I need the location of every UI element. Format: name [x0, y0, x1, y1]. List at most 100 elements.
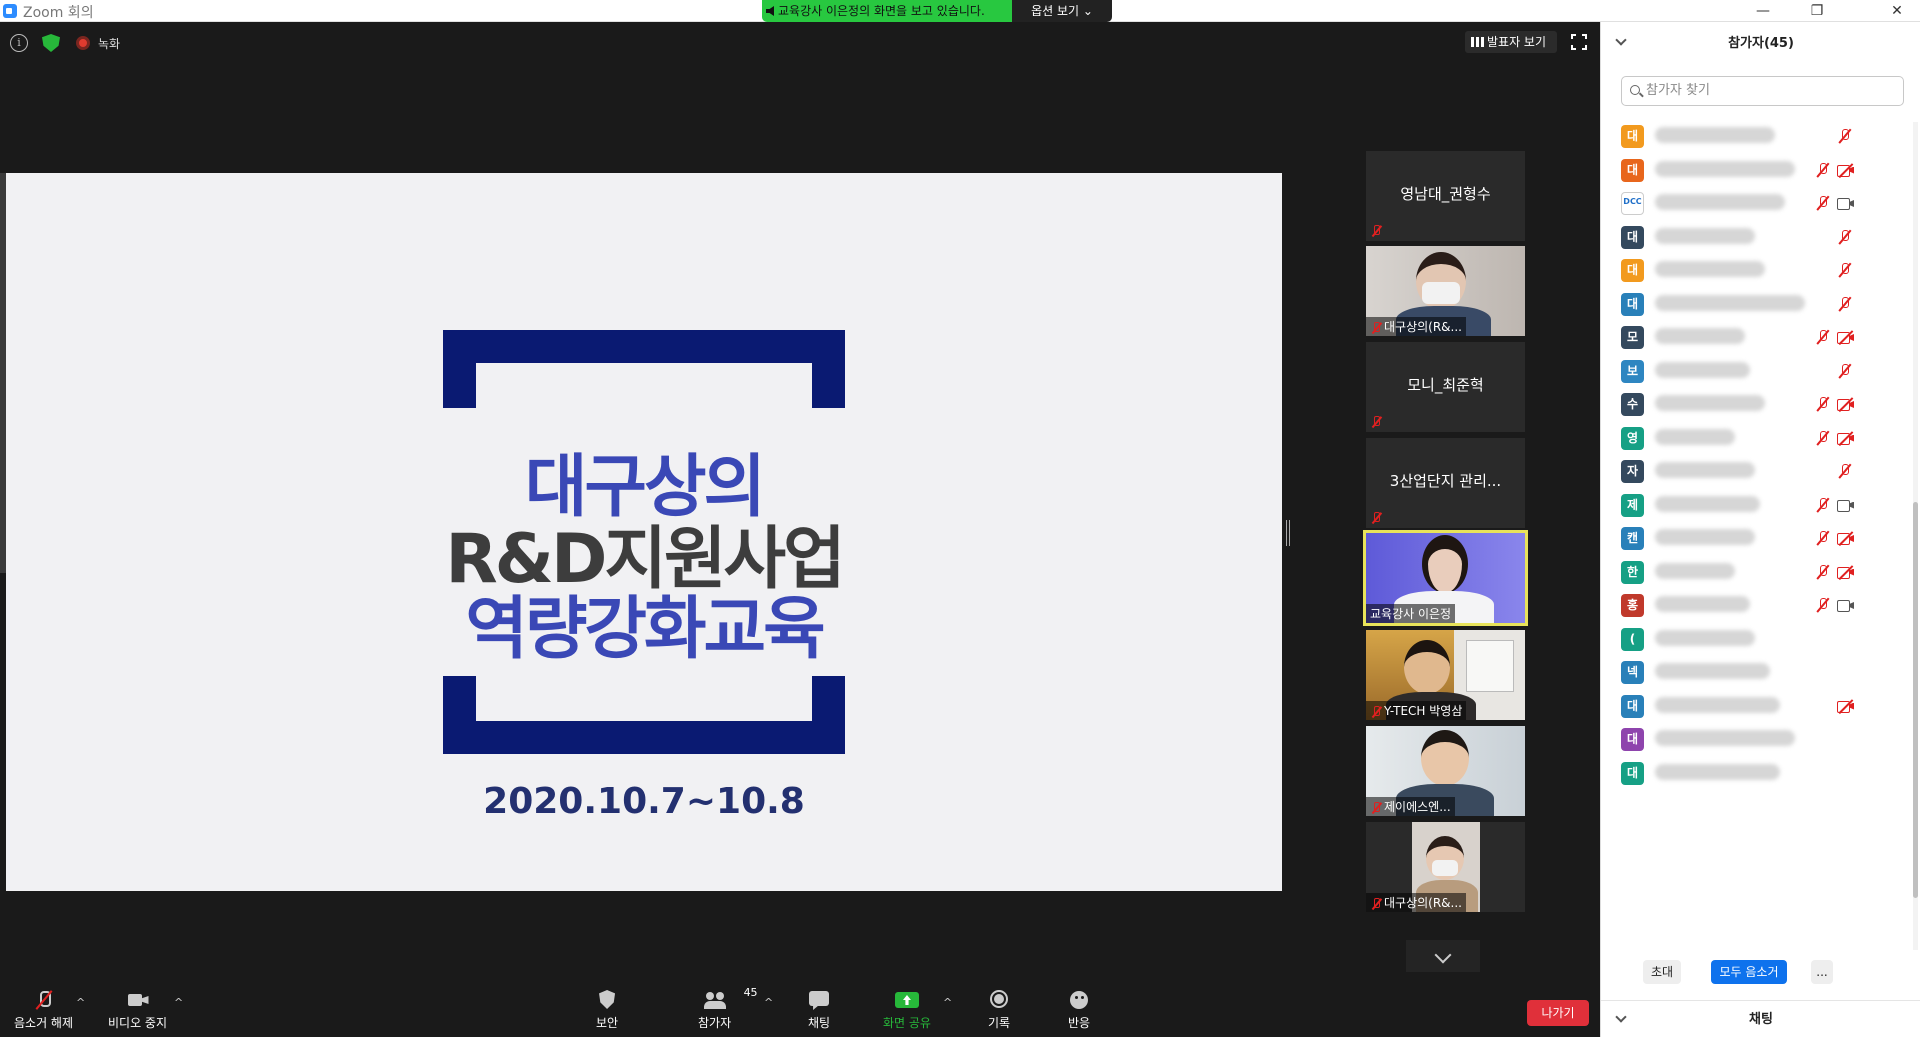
restore-button[interactable]: ❐ [1794, 0, 1840, 22]
participant-avatar: 영 [1621, 426, 1644, 450]
participant-name-redacted [1655, 763, 1780, 780]
share-screen-icon [894, 990, 919, 1010]
invite-button[interactable]: 초대 [1643, 960, 1681, 984]
collapse-chevron-icon[interactable] [1615, 34, 1627, 46]
video-on-icon [1837, 499, 1855, 512]
participant-name-redacted [1655, 562, 1735, 579]
view-options-button[interactable]: 옵션 보기 ⌄ [1012, 0, 1112, 22]
speaker-icon [766, 6, 774, 16]
share-options-caret-icon[interactable]: ^ [943, 996, 952, 1009]
collapse-chevron-icon[interactable] [1615, 1011, 1627, 1023]
mic-muted-icon [1370, 512, 1382, 524]
more-options-button[interactable]: ... [1811, 960, 1833, 984]
video-thumbnail[interactable]: 모니_최준혁 [1366, 342, 1525, 432]
record-icon [988, 990, 1010, 1010]
share-banner: 교육강사 이은정의 화면을 보고 있습니다. 옵션 보기 ⌄ [762, 0, 1112, 22]
participants-panel: 참가자(45) 참가자 찾기 대 대 DCC 대 대 대 모 보 수 영 자 제 캔 한 홍(넥 대 대 대 초대… [1600, 22, 1920, 1037]
mic-muted-icon [1837, 229, 1853, 246]
participant-avatar: 대 [1621, 761, 1644, 785]
chat-label: 채팅 [808, 1016, 831, 1030]
participant-name: 영남대_권형수 [1400, 185, 1491, 203]
video-thumbnail[interactable]: 대구상의(R&... [1366, 822, 1525, 912]
participant-list-scrollbar[interactable] [1913, 122, 1918, 950]
mute-all-button[interactable]: 모두 음소거 [1711, 960, 1787, 984]
mic-muted-icon [1815, 330, 1831, 346]
participant-avatar: 수 [1621, 393, 1644, 416]
participants-count: 45 [743, 986, 758, 999]
video-thumbnail[interactable]: 3산업단지 관리... [1366, 438, 1525, 528]
video-off-icon [1837, 698, 1855, 714]
video-thumbnail[interactable]: 영남대_권형수 [1366, 151, 1525, 241]
unmute-button[interactable]: 음소거 해제 [14, 990, 73, 1031]
record-button[interactable]: 기록 [988, 990, 1010, 1031]
participant-avatar: 자 [1621, 460, 1644, 483]
mic-muted-icon [1370, 322, 1382, 334]
participant-avatar: 제 [1621, 493, 1644, 517]
slide-title-line3: 역량강화교육 [465, 590, 825, 669]
info-icon[interactable]: i [10, 34, 28, 52]
video-off-icon [1837, 564, 1855, 580]
mic-muted-icon [1815, 430, 1831, 447]
resize-splitter[interactable] [1286, 520, 1290, 546]
next-thumbnails-chevron-down-icon[interactable] [1406, 940, 1480, 972]
video-on-icon [1837, 599, 1855, 612]
participant-name-redacted [1655, 194, 1785, 210]
stop-video-label: 비디오 중지 [108, 1016, 168, 1030]
video-off-icon [1837, 430, 1855, 446]
stop-video-button[interactable]: 비디오 중지 [108, 990, 167, 1031]
video-off-icon [1837, 330, 1855, 345]
speaker-view-button[interactable]: 발표자 보기 [1465, 31, 1557, 53]
mic-muted-icon [1370, 898, 1382, 910]
participant-avatar: 대 [1621, 225, 1644, 249]
share-screen-button[interactable]: 화면 공유 [883, 990, 931, 1031]
participant-name-redacted [1655, 730, 1795, 746]
fullscreen-icon[interactable] [1570, 33, 1588, 51]
participant-name: 교육강사 이은정 [1366, 604, 1456, 623]
participants-button[interactable]: 45 참가자 [698, 986, 758, 1031]
mic-muted-icon [1815, 598, 1831, 614]
participant-name-redacted [1655, 428, 1735, 445]
slide-date: 2020.10.7~10.8 [483, 781, 805, 822]
security-button[interactable]: 보안 [596, 990, 618, 1031]
search-icon [1630, 85, 1640, 95]
smiley-icon [1068, 990, 1090, 1010]
zoom-window: Zoom 회의 — ❐ ✕ 교육강사 이은정의 화면을 보고 있습니다. 옵션 … [0, 0, 1920, 1037]
participant-search-input[interactable]: 참가자 찾기 [1621, 76, 1904, 106]
mic-muted-icon [1815, 531, 1831, 547]
minimize-button[interactable]: — [1740, 0, 1786, 22]
view-layout-icon [1471, 37, 1484, 47]
video-thumbnail[interactable]: 제이에스엔... [1366, 726, 1525, 816]
participants-options-caret-icon[interactable]: ^ [764, 996, 773, 1009]
mic-muted-icon [1370, 706, 1382, 718]
search-placeholder: 참가자 찾기 [1646, 83, 1710, 98]
mic-muted-icon [1815, 497, 1831, 514]
chat-button[interactable]: 채팅 [808, 990, 830, 1031]
participant-name-redacted [1655, 395, 1765, 411]
video-options-caret-icon[interactable]: ^ [174, 996, 183, 1009]
participant-name-redacted [1655, 328, 1745, 344]
bracket-top [443, 330, 845, 408]
participant-avatar: 대 [1621, 694, 1644, 718]
reactions-button[interactable]: 반응 [1068, 990, 1090, 1031]
scrollbar-thumb[interactable] [1913, 502, 1918, 898]
close-button[interactable]: ✕ [1874, 0, 1920, 22]
mic-muted-icon [1837, 263, 1853, 279]
active-speaker-thumbnail[interactable]: 교육강사 이은정 [1363, 530, 1528, 626]
participant-avatar: 대 [1621, 259, 1644, 282]
participants-panel-title: 참가자(45) [1728, 36, 1794, 51]
participant-avatar: 대 [1621, 292, 1644, 316]
participant-avatar: 모 [1621, 326, 1644, 349]
video-thumbnail[interactable]: 대구상의(R&... [1366, 246, 1525, 336]
encryption-shield-icon[interactable] [42, 34, 60, 52]
participant-row[interactable]: 대 [1601, 753, 1913, 794]
recording-label: 녹화 [98, 37, 121, 51]
video-thumbnail[interactable]: Y-TECH 박영삼 [1366, 630, 1525, 720]
shared-screen-slide: 대구상의 R&D지원사업 역량강화교육 2020.10.7~10.8 [6, 173, 1282, 891]
unmute-label: 음소거 해제 [14, 1016, 74, 1030]
participant-avatar: 한 [1621, 560, 1644, 584]
audio-options-caret-icon[interactable]: ^ [76, 996, 85, 1009]
meeting-toolbar: 음소거 해제 ^ 비디오 중지 ^ 보안 45 참가자 ^ 채팅 화면 공유 ^ [0, 982, 1600, 1037]
leave-meeting-button[interactable]: 나가기 [1527, 1000, 1589, 1026]
chat-panel-header[interactable]: 채팅 [1601, 1000, 1920, 1037]
participant-name-redacted [1655, 160, 1795, 177]
